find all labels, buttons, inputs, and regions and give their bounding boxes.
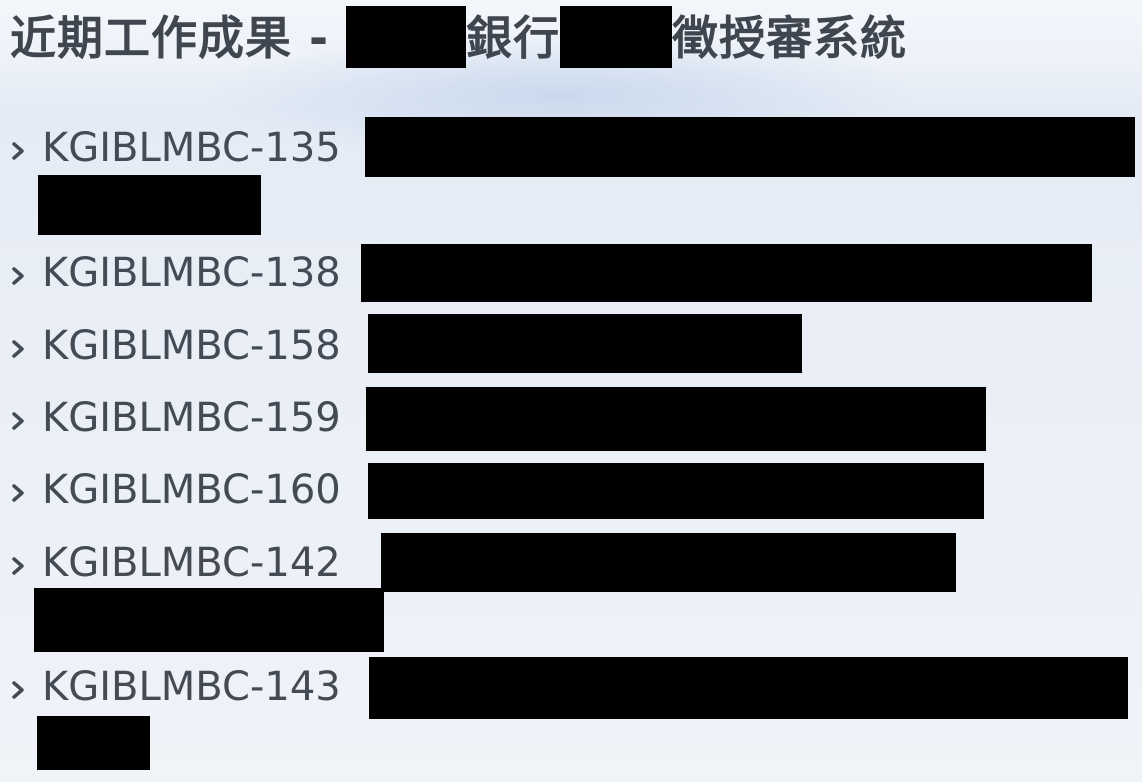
item-code: KGIBLMBC-135 [42,125,341,171]
chevron-right-icon [12,142,24,160]
page-title: 近期工作成果 - 銀行 徵授審系統 [10,6,907,70]
redacted-block [369,657,1128,719]
chevron-right-icon [12,267,24,285]
redacted-block [346,6,467,68]
item-code: KGIBLMBC-160 [42,467,341,513]
item-code: KGIBLMBC-159 [42,395,341,441]
item-code: KGIBLMBC-138 [42,250,341,296]
redacted-block [381,533,956,592]
chevron-right-icon [12,557,24,575]
redacted-block [368,463,984,519]
title-suffix: 徵授審系統 [672,11,908,65]
redacted-block [368,314,802,373]
redacted-block [37,716,150,770]
redacted-block [38,175,261,235]
redacted-block [366,387,986,451]
chevron-right-icon [12,340,24,358]
title-prefix: 近期工作成果 - [10,11,347,65]
redacted-block [34,588,384,652]
redacted-block [365,117,1135,177]
redacted-block [560,6,673,68]
item-code: KGIBLMBC-158 [42,323,341,369]
chevron-right-icon [12,484,24,502]
chevron-right-icon [12,412,24,430]
chevron-right-icon [12,681,24,699]
title-middle: 銀行 [466,11,561,65]
item-code: KGIBLMBC-143 [42,664,341,710]
item-code: KGIBLMBC-142 [42,540,341,586]
redacted-block [361,244,1092,302]
